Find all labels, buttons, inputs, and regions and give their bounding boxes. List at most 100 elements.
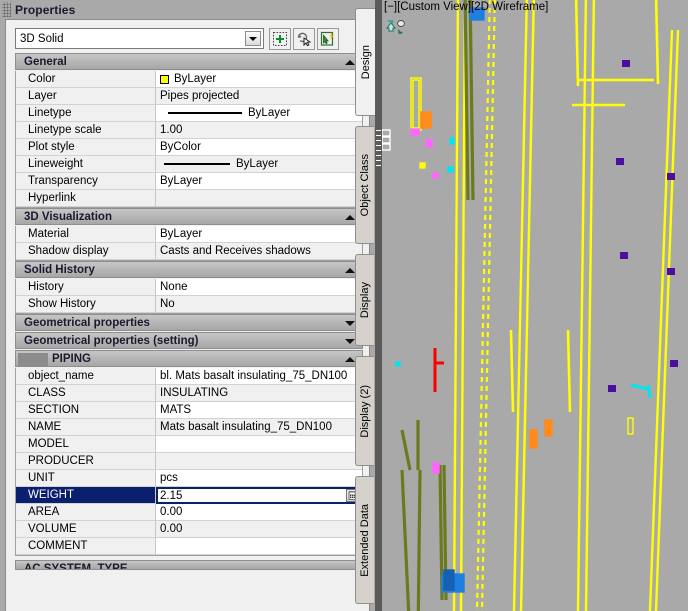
select-objects-button[interactable]: [293, 27, 315, 50]
property-value[interactable]: ByLayer: [156, 156, 362, 173]
property-value-text: ByLayer: [248, 107, 291, 119]
property-value[interactable]: None: [156, 279, 362, 296]
property-row[interactable]: Plot style ByColor: [16, 139, 362, 156]
property-row[interactable]: Transparency ByLayer: [16, 173, 362, 190]
ucs-navigation-icon[interactable]: [385, 19, 409, 42]
drawing-viewport[interactable]: [−][Custom View][2D Wireframe]: [382, 0, 688, 611]
chevron-up-icon[interactable]: [345, 267, 355, 273]
property-value[interactable]: ByLayer: [156, 226, 362, 243]
property-value[interactable]: pcs: [156, 470, 362, 487]
chevron-down-icon[interactable]: [245, 31, 261, 46]
property-value[interactable]: [156, 538, 362, 555]
property-value[interactable]: ByLayer: [156, 105, 362, 122]
palette-tab-object-class[interactable]: Object Class: [355, 126, 374, 244]
property-value[interactable]: ByColor: [156, 139, 362, 156]
property-value-text: 0.00: [160, 523, 183, 535]
category-header-solid-history[interactable]: Solid History: [15, 261, 363, 278]
property-row[interactable]: CLASS INSULATING: [16, 385, 362, 402]
property-row[interactable]: Hyperlink: [16, 190, 362, 207]
property-row[interactable]: Layer Pipes projected: [16, 88, 362, 105]
property-row[interactable]: Shadow display Casts and Receives shadows: [16, 243, 362, 260]
property-row[interactable]: Lineweight ByLayer: [16, 156, 362, 173]
category-header-piping[interactable]: PIPING: [15, 350, 363, 367]
property-value[interactable]: 0.00: [156, 504, 362, 521]
property-row[interactable]: Color ByLayer: [16, 71, 362, 88]
property-value[interactable]: 2.15: [156, 487, 362, 504]
chevron-up-icon[interactable]: [345, 59, 355, 65]
category-header-geometrical-properties-setting[interactable]: Geometrical properties (setting): [15, 332, 363, 349]
splitter-grabber[interactable]: [376, 130, 381, 166]
property-value-text: 1.00: [160, 124, 183, 136]
property-row[interactable]: AREA 0.00: [16, 504, 362, 521]
property-value[interactable]: 0.00: [156, 521, 362, 538]
property-value-text: 2.15: [160, 489, 183, 502]
property-value[interactable]: [156, 453, 362, 470]
category-rows-piping: object_name bl. Mats basalt insulating_75…: [15, 368, 363, 556]
category-header-3d-visualization[interactable]: 3D Visualization: [15, 208, 363, 225]
linetype-preview-icon: [168, 112, 242, 114]
property-name: COMMENT: [16, 538, 156, 555]
property-value[interactable]: [156, 190, 362, 207]
property-row[interactable]: VOLUME 0.00: [16, 521, 362, 538]
category-label: PIPING: [52, 352, 91, 365]
property-name: Linetype: [16, 105, 156, 122]
property-value[interactable]: Mats basalt insulating_75_DN100: [156, 419, 362, 436]
property-row[interactable]: PRODUCER: [16, 453, 362, 470]
property-value[interactable]: ByLayer: [156, 173, 362, 190]
palette-tab-label: Design: [359, 44, 372, 80]
property-value[interactable]: [156, 436, 362, 453]
category-header-partial[interactable]: AC SYSTEM_TYPE: [15, 560, 363, 570]
property-row[interactable]: Material ByLayer: [16, 226, 362, 243]
quick-select-icon: [273, 31, 287, 46]
property-row[interactable]: object_name bl. Mats basalt insulating_75…: [16, 368, 362, 385]
property-value[interactable]: Pipes projected: [156, 88, 362, 105]
property-row[interactable]: Linetype ByLayer: [16, 105, 362, 122]
property-value[interactable]: Casts and Receives shadows: [156, 243, 362, 260]
property-value[interactable]: MATS: [156, 402, 362, 419]
property-name: VOLUME: [16, 521, 156, 538]
property-name: object_name: [16, 368, 156, 385]
property-value-text: ByColor: [160, 141, 201, 153]
palette-title-bar[interactable]: Properties: [0, 0, 370, 19]
property-value[interactable]: No: [156, 296, 362, 313]
chevron-down-icon[interactable]: [345, 338, 355, 344]
palette-tab-display[interactable]: Display: [355, 254, 374, 346]
quick-properties-button[interactable]: [317, 27, 339, 50]
palette-tab-display-2[interactable]: Display (2): [355, 356, 374, 466]
property-name: Layer: [16, 88, 156, 105]
property-name: CLASS: [16, 385, 156, 402]
property-row[interactable]: Linetype scale 1.00: [16, 122, 362, 139]
property-row[interactable]: SECTION MATS: [16, 402, 362, 419]
chevron-up-icon[interactable]: [345, 356, 355, 362]
category-header-general[interactable]: General: [15, 53, 363, 70]
property-row[interactable]: MODEL: [16, 436, 362, 453]
property-row[interactable]: History None: [16, 279, 362, 296]
object-type-combobox[interactable]: 3D Solid: [15, 28, 264, 49]
palette-splitter[interactable]: [375, 0, 382, 611]
chevron-down-icon[interactable]: [345, 320, 355, 326]
select-objects-icon: [297, 32, 312, 46]
property-value-text: Pipes projected: [160, 90, 240, 102]
property-value-text: bl. Mats basalt insulating_75_DN100: [160, 370, 348, 382]
property-value[interactable]: INSULATING: [156, 385, 362, 402]
property-row[interactable]: UNIT pcs: [16, 470, 362, 487]
viewport-label[interactable]: [−][Custom View][2D Wireframe]: [384, 1, 548, 13]
property-value[interactable]: ByLayer: [156, 71, 362, 88]
property-name: Color: [16, 71, 156, 88]
palette-grip-handle[interactable]: [2, 2, 11, 17]
property-row[interactable]: Show History No: [16, 296, 362, 313]
property-row[interactable]: NAME Mats basalt insulating_75_DN100: [16, 419, 362, 436]
quick-select-button[interactable]: [269, 27, 291, 50]
chevron-up-icon[interactable]: [345, 214, 355, 220]
category-label: 3D Visualization: [24, 210, 112, 223]
palette-tab-extended-data[interactable]: Extended Data: [355, 476, 374, 604]
property-row[interactable]: COMMENT: [16, 538, 362, 555]
category-header-geometrical-properties[interactable]: Geometrical properties: [15, 314, 363, 331]
property-name: SECTION: [16, 402, 156, 419]
property-value-text: ByLayer: [236, 158, 279, 170]
lineweight-preview-icon: [164, 163, 230, 165]
property-value[interactable]: 1.00: [156, 122, 362, 139]
property-row[interactable]: WEIGHT 2.15: [16, 487, 362, 504]
palette-tab-design[interactable]: Design: [355, 8, 375, 116]
property-value[interactable]: bl. Mats basalt insulating_75_DN100: [156, 368, 362, 385]
